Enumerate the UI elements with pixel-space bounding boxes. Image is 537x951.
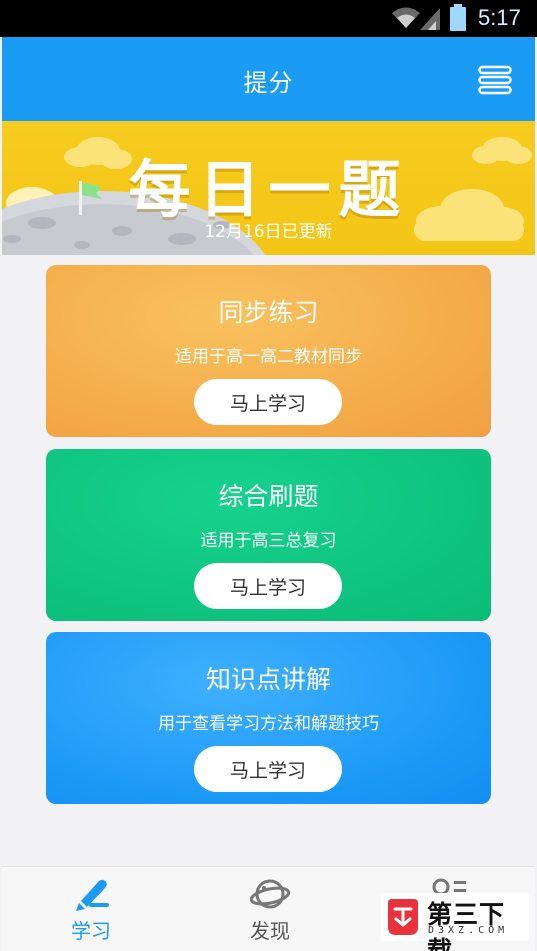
watermark: 第三下载 D3XZ.COM bbox=[381, 893, 529, 951]
watermark-name: 第三下载 bbox=[427, 900, 506, 951]
card-sync-practice[interactable]: 同步练习 适用于高一高二教材同步 马上学习 bbox=[46, 265, 491, 437]
wifi-icon bbox=[392, 7, 420, 28]
nav-label: 发现 bbox=[250, 919, 290, 943]
daily-question-banner[interactable]: 每日一题 12月16日已更新 bbox=[2, 121, 535, 255]
start-learning-button[interactable]: 马上学习 bbox=[194, 379, 342, 425]
card-title: 知识点讲解 bbox=[205, 665, 331, 694]
status-bar: 5:17 bbox=[0, 0, 537, 37]
banner-update-text: 12月16日已更新 bbox=[204, 222, 333, 242]
banner-headline: 每日一题 bbox=[128, 153, 409, 226]
menu-icon[interactable] bbox=[478, 65, 512, 95]
card-description: 用于查看学习方法和解题技巧 bbox=[158, 714, 379, 734]
page-title: 提分 bbox=[243, 69, 294, 97]
nav-label: 学习 bbox=[71, 919, 111, 943]
nav-item-discover[interactable]: 发现 bbox=[210, 867, 330, 951]
watermark-domain: D3XZ.COM bbox=[428, 925, 509, 936]
card-description: 适用于高三总复习 bbox=[200, 531, 337, 551]
card-description: 适用于高一高二教材同步 bbox=[175, 347, 362, 367]
signal-icon bbox=[420, 8, 440, 30]
card-comprehensive-practice[interactable]: 综合刷题 适用于高三总复习 马上学习 bbox=[46, 449, 491, 621]
app-bar: 提分 bbox=[2, 37, 535, 121]
card-knowledge-explanation[interactable]: 知识点讲解 用于查看学习方法和解题技巧 马上学习 bbox=[46, 632, 491, 804]
card-title: 同步练习 bbox=[218, 298, 319, 327]
status-time: 5:17 bbox=[478, 5, 521, 30]
start-learning-button[interactable]: 马上学习 bbox=[194, 746, 342, 792]
pencil-icon bbox=[76, 879, 109, 911]
card-title: 综合刷题 bbox=[218, 482, 319, 511]
download-logo-icon bbox=[388, 899, 418, 935]
start-learning-button[interactable]: 马上学习 bbox=[194, 563, 342, 609]
battery-icon bbox=[450, 4, 466, 31]
planet-icon bbox=[250, 879, 290, 909]
nav-item-learn[interactable]: 学习 bbox=[31, 867, 151, 951]
